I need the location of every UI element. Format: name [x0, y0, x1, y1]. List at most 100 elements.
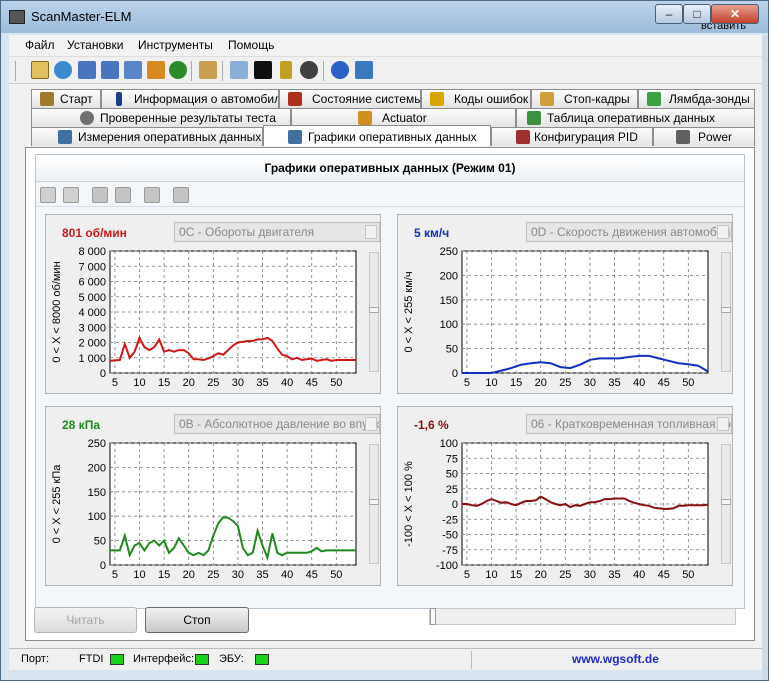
x-tick-label: 45 — [306, 569, 318, 581]
x-tick-label: 30 — [232, 377, 244, 389]
chart-fuel-trim: -1,6 % 06 - Кратковременная топливная ко… — [397, 406, 733, 586]
chevron-down-icon[interactable] — [717, 417, 729, 431]
globe-icon[interactable] — [54, 61, 72, 79]
maximize-button[interactable]: □ — [683, 4, 711, 24]
x-tick-label: 45 — [306, 377, 318, 389]
menu-file[interactable]: Файл — [25, 38, 55, 52]
chart-value: 28 кПа — [62, 418, 100, 432]
tab-data-table[interactable]: Таблица оперативных данных — [516, 108, 755, 127]
x-tick-label: 15 — [510, 377, 522, 389]
chart-icon[interactable] — [124, 61, 142, 79]
chevron-down-icon[interactable] — [365, 417, 377, 431]
chart-speed: 5 км/ч 0D - Скорость движения автомобиля… — [397, 214, 733, 394]
battery-icon[interactable] — [280, 61, 292, 79]
magnifier-icon[interactable] — [230, 61, 248, 79]
x-tick-label: 10 — [133, 377, 145, 389]
y-tick-label: 2 000 — [78, 338, 106, 350]
y-tick-label: 250 — [88, 438, 106, 450]
x-tick-label: 5 — [464, 377, 470, 389]
slider-thumb[interactable] — [369, 307, 379, 313]
y-tick-label: 8 000 — [78, 246, 106, 258]
y-tick-label: -75 — [442, 545, 458, 557]
stopwatch-icon[interactable] — [300, 61, 318, 79]
y-tick-label: 250 — [440, 246, 458, 258]
chart-rpm: 801 об/мин 0C - Обороты двигателя 0 1 000… — [45, 214, 381, 394]
title-bar: ScanMaster-ELM вставить – □ ✕ — [1, 1, 768, 33]
tab-start[interactable]: Старт — [31, 89, 101, 108]
y-tick-label: 50 — [446, 344, 458, 356]
time-scrollbar[interactable] — [429, 608, 736, 625]
slider-thumb[interactable] — [721, 307, 731, 313]
y-tick-label: 150 — [88, 487, 106, 499]
gauge-icon[interactable] — [147, 61, 165, 79]
x-tick-label: 30 — [584, 377, 596, 389]
menu-tools[interactable]: Инструменты — [138, 38, 213, 52]
plot-area — [461, 250, 709, 374]
website-link[interactable]: www.wgsoft.de — [572, 652, 659, 666]
y-tick-label: 100 — [440, 438, 458, 450]
print-preview-icon[interactable] — [173, 187, 189, 203]
chart-scale-slider[interactable] — [721, 252, 731, 372]
menu-settings[interactable]: Установки — [67, 38, 123, 52]
terminal-icon[interactable] — [254, 61, 272, 79]
tab-measurements[interactable]: Измерения оперативных данных — [31, 127, 263, 146]
tab-pid-config[interactable]: Конфигурация PID — [491, 127, 653, 146]
stop-button[interactable]: Стоп — [145, 607, 249, 633]
chart-value: 5 км/ч — [414, 226, 450, 240]
y-tick-label: 25 — [446, 484, 458, 496]
tab-lambda[interactable]: Лямбда-зонды — [638, 89, 755, 108]
tab-power[interactable]: Power — [653, 127, 755, 146]
open-icon[interactable] — [92, 187, 108, 203]
x-tick-label: 40 — [633, 377, 645, 389]
x-tick-label: 20 — [535, 377, 547, 389]
slider-thumb[interactable] — [721, 499, 731, 505]
warning-icon — [430, 92, 444, 106]
minimize-button[interactable]: – — [655, 4, 683, 24]
table-icon[interactable] — [101, 61, 119, 79]
clipboard-icon[interactable] — [199, 61, 217, 79]
person-icon[interactable] — [169, 61, 187, 79]
tab-system-status[interactable]: Состояние системы — [279, 89, 421, 108]
tab-freeze-frames[interactable]: Стоп-кадры — [531, 89, 638, 108]
info-icon[interactable] — [331, 61, 349, 79]
read-button[interactable]: Читать — [34, 607, 137, 633]
close-button[interactable]: ✕ — [711, 4, 759, 24]
chart-scale-slider[interactable] — [721, 444, 731, 564]
chevron-down-icon[interactable] — [717, 225, 729, 239]
pid-select[interactable]: 0B - Абсолютное давление во впускном кол… — [174, 414, 380, 434]
slider-thumb[interactable] — [369, 499, 379, 505]
y-axis-label: 0 < X < 255 кПа — [51, 464, 63, 544]
table-icon — [527, 111, 541, 125]
add-graph-icon[interactable] — [40, 187, 56, 203]
y-tick-label: 4 000 — [78, 307, 106, 319]
chart-scale-slider[interactable] — [369, 444, 379, 564]
graphs-page: Графики оперативных данных (Режим 01) 80… — [25, 147, 755, 641]
pid-select[interactable]: 06 - Кратковременная топливная коррекция — [526, 414, 732, 434]
scrollbar-thumb[interactable] — [430, 608, 436, 625]
x-tick-label: 15 — [158, 377, 170, 389]
y-axis-label: -100 < X < 100 % — [403, 461, 415, 547]
print-icon[interactable] — [144, 187, 160, 203]
save-icon[interactable] — [115, 187, 131, 203]
x-tick-label: 45 — [658, 569, 670, 581]
tab-graphs[interactable]: Графики оперативных данных — [263, 125, 491, 146]
chevron-down-icon[interactable] — [365, 225, 377, 239]
document-icon[interactable] — [78, 61, 96, 79]
tab-test-results[interactable]: Проверенные результаты теста — [31, 108, 291, 127]
pin-icon[interactable] — [31, 61, 49, 79]
x-tick-label: 5 — [112, 569, 118, 581]
pid-select[interactable]: 0D - Скорость движения автомобиля — [526, 222, 732, 242]
y-tick-label: 200 — [88, 462, 106, 474]
menu-help[interactable]: Помощь — [228, 38, 274, 52]
y-tick-label: 100 — [88, 511, 106, 523]
tab-error-codes[interactable]: Коды ошибок — [421, 89, 531, 108]
app-window: ScanMaster-ELM вставить – □ ✕ Файл Устан… — [0, 0, 769, 681]
exit-icon[interactable] — [355, 61, 373, 79]
pid-select[interactable]: 0C - Обороты двигателя — [174, 222, 380, 242]
chart-scale-slider[interactable] — [369, 252, 379, 372]
remove-graph-icon[interactable] — [63, 187, 79, 203]
tab-vehicle-info[interactable]: Информация о автомобиле — [101, 89, 279, 108]
x-tick-label: 35 — [608, 377, 620, 389]
x-tick-label: 15 — [158, 569, 170, 581]
y-tick-label: -50 — [442, 530, 458, 542]
